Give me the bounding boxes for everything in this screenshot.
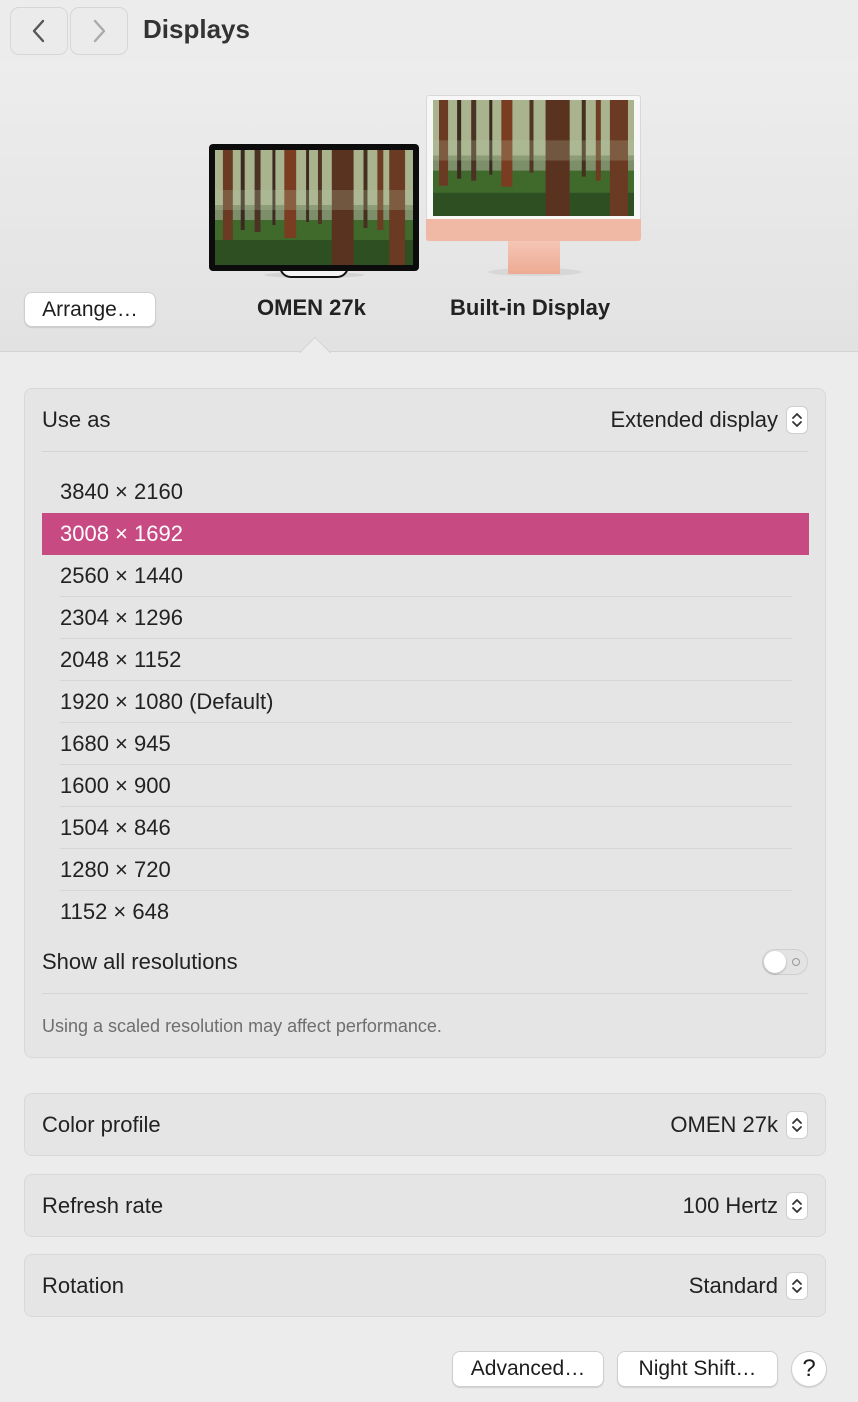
resolution-option[interactable]: 1680 × 945 <box>42 723 809 765</box>
forward-button[interactable] <box>70 7 128 55</box>
chevron-right-icon <box>93 19 106 43</box>
resolution-option[interactable]: 2304 × 1296 <box>42 597 809 639</box>
imac-stand <box>508 240 560 274</box>
arrange-button[interactable]: Arrange… <box>24 292 156 327</box>
show-all-label: Show all resolutions <box>42 949 238 974</box>
rotation-popup[interactable]: Standard <box>688 1271 808 1300</box>
color-profile-value: OMEN 27k <box>670 1111 778 1137</box>
chevron-left-icon <box>32 19 45 43</box>
display-name-omen[interactable]: OMEN 27k <box>257 295 366 321</box>
resolution-option[interactable]: 1600 × 900 <box>42 765 809 807</box>
wallpaper-image <box>215 150 413 265</box>
refresh-rate-label: Refresh rate <box>42 1192 164 1218</box>
help-button[interactable]: ? <box>791 1351 827 1387</box>
color-profile-label: Color profile <box>42 1111 161 1137</box>
toggle-off-icon <box>792 958 800 966</box>
updown-chevron-icon <box>786 1271 808 1300</box>
use-as-popup[interactable]: Extended display <box>610 406 808 434</box>
resolution-option[interactable]: 1504 × 846 <box>42 807 809 849</box>
resolution-card: Use as Extended display 3840 × 2160 3008 … <box>24 388 826 1058</box>
use-as-label: Use as <box>42 407 111 432</box>
refresh-rate-value: 100 Hertz <box>682 1192 778 1218</box>
toggle-knob <box>764 951 786 973</box>
resolution-option[interactable]: 3008 × 1692 <box>42 513 809 555</box>
updown-chevron-icon <box>786 1191 808 1220</box>
refresh-rate-popup[interactable]: 100 Hertz <box>682 1191 808 1220</box>
resolution-option[interactable]: 3840 × 2160 <box>42 471 809 513</box>
updown-chevron-icon <box>786 1110 808 1139</box>
page-title: Displays <box>143 14 250 44</box>
night-shift-button[interactable]: Night Shift… <box>617 1351 778 1387</box>
wallpaper-image <box>433 100 634 216</box>
rotation-label: Rotation <box>42 1272 124 1298</box>
refresh-rate-card: Refresh rate 100 Hertz <box>24 1174 826 1237</box>
use-as-value: Extended display <box>610 407 778 432</box>
resolution-list: 3840 × 2160 3008 × 1692 2560 × 1440 2304 × … <box>42 471 809 933</box>
imac-chin <box>426 219 641 241</box>
rotation-card: Rotation Standard <box>24 1254 826 1317</box>
advanced-button[interactable]: Advanced… <box>452 1351 604 1387</box>
display-name-builtin[interactable]: Built-in Display <box>450 295 610 321</box>
color-profile-popup[interactable]: OMEN 27k <box>670 1110 808 1139</box>
resolution-option[interactable]: 2560 × 1440 <box>42 555 809 597</box>
performance-note: Using a scaled resolution may affect per… <box>42 1016 442 1036</box>
updown-chevron-icon <box>786 406 808 434</box>
resolution-option[interactable]: 1920 × 1080 (Default) <box>42 681 809 723</box>
show-all-toggle[interactable] <box>762 949 808 975</box>
color-profile-card: Color profile OMEN 27k <box>24 1093 826 1156</box>
nav-buttons <box>10 7 128 55</box>
selection-pointer <box>297 336 331 353</box>
rotation-value: Standard <box>688 1272 778 1298</box>
show-all-row: Show all resolutions <box>42 931 808 994</box>
external-monitor-thumbnail[interactable] <box>209 144 419 271</box>
use-as-row: Use as Extended display <box>42 389 808 452</box>
resolution-option[interactable]: 1152 × 648 <box>42 891 809 933</box>
resolution-option[interactable]: 2048 × 1152 <box>42 639 809 681</box>
resolution-option[interactable]: 1280 × 720 <box>42 849 809 891</box>
back-button[interactable] <box>10 7 68 55</box>
builtin-display-thumbnail[interactable] <box>426 95 641 241</box>
